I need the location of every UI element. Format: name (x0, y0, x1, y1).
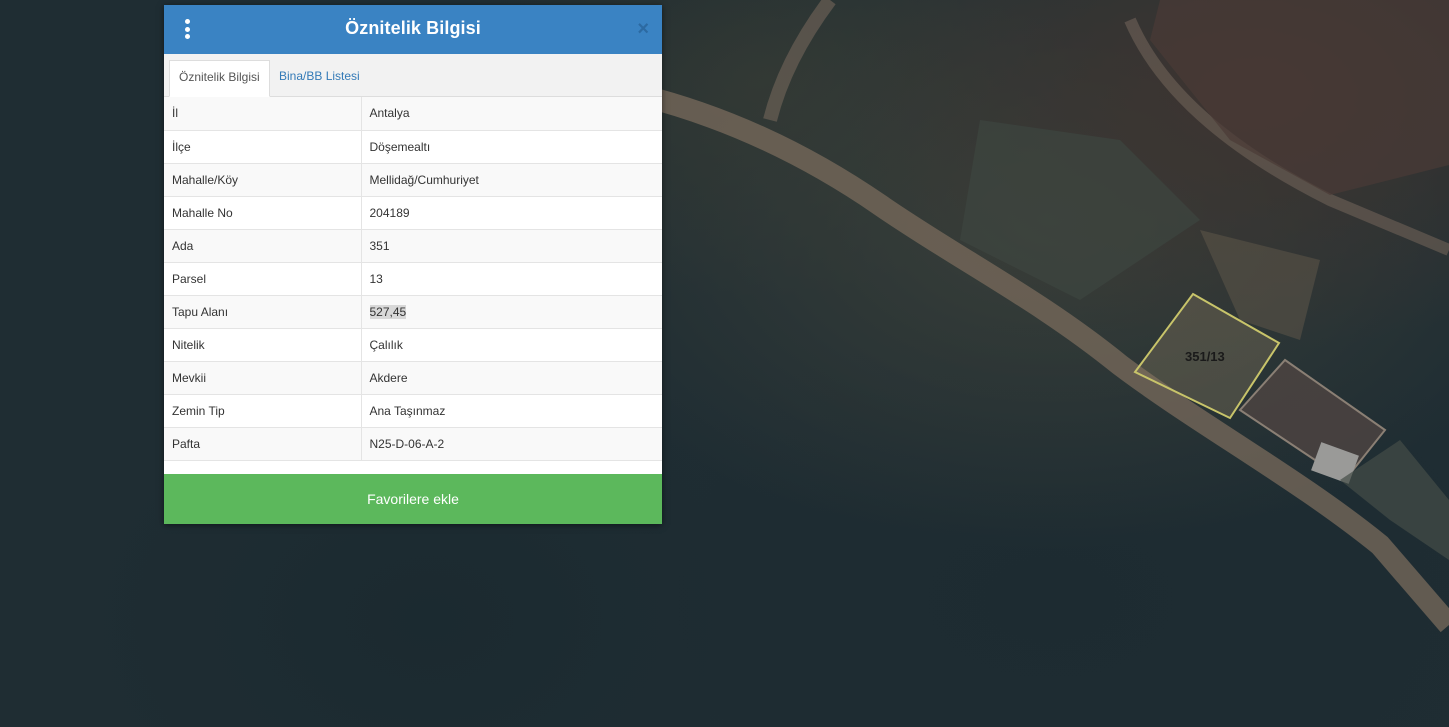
selected-area-value: 527,45 (369, 304, 407, 319)
table-row: Mevkii Akdere (164, 361, 662, 395)
row-value: Antalya (361, 97, 662, 131)
dirt-road-branch (763, 0, 836, 122)
row-key: Mevkii (164, 361, 362, 395)
table-row: İlçe Döşemealtı (164, 130, 662, 164)
panel-header: Öznitelik Bilgisi × (164, 5, 662, 54)
row-key: Mahalle/Köy (164, 163, 362, 197)
row-key: İl (164, 97, 362, 131)
table-row: Zemin Tip Ana Taşınmaz (164, 394, 662, 428)
table-row: Ada 351 (164, 229, 662, 263)
table-row: Mahalle/Köy Mellidağ/Cumhuriyet (164, 163, 662, 197)
row-value: 13 (361, 262, 662, 296)
tab-attribute-info[interactable]: Öznitelik Bilgisi (169, 60, 270, 97)
table-row: Parsel 13 (164, 262, 662, 296)
row-value: 204189 (361, 196, 662, 230)
close-icon[interactable]: × (637, 17, 649, 41)
row-value: 527,45 (361, 295, 662, 329)
row-key: İlçe (164, 130, 362, 164)
row-key: Pafta (164, 427, 362, 461)
attribute-table: İl Antalya İlçe Döşemealtı Mahalle/Köy M… (164, 97, 662, 461)
add-to-favorites-button[interactable]: Favorilere ekle (164, 474, 662, 524)
row-value: N25-D-06-A-2 (361, 427, 662, 461)
row-key: Parsel (164, 262, 362, 296)
attribute-info-panel: Öznitelik Bilgisi × Öznitelik Bilgisi Bi… (164, 5, 662, 524)
row-key: Ada (164, 229, 362, 263)
table-row: İl Antalya (164, 97, 662, 131)
row-value: Akdere (361, 361, 662, 395)
row-key: Zemin Tip (164, 394, 362, 428)
row-key: Tapu Alanı (164, 295, 362, 329)
row-key: Nitelik (164, 328, 362, 362)
row-value: Çalılık (361, 328, 662, 362)
panel-title: Öznitelik Bilgisi (345, 18, 481, 38)
tab-bar: Öznitelik Bilgisi Bina/BB Listesi (164, 54, 662, 97)
table-row: Tapu Alanı 527,45 (164, 295, 662, 329)
row-value: Mellidağ/Cumhuriyet (361, 163, 662, 197)
table-row: Pafta N25-D-06-A-2 (164, 427, 662, 461)
table-row: Nitelik Çalılık (164, 328, 662, 362)
table-row: Mahalle No 204189 (164, 196, 662, 230)
row-value: 351 (361, 229, 662, 263)
row-value: Döşemealtı (361, 130, 662, 164)
row-key: Mahalle No (164, 196, 362, 230)
field-plot (1150, 0, 1449, 195)
tab-building-list[interactable]: Bina/BB Listesi (270, 60, 369, 96)
row-value: Ana Taşınmaz (361, 394, 662, 428)
parcel-label: 351/13 (1185, 349, 1225, 364)
